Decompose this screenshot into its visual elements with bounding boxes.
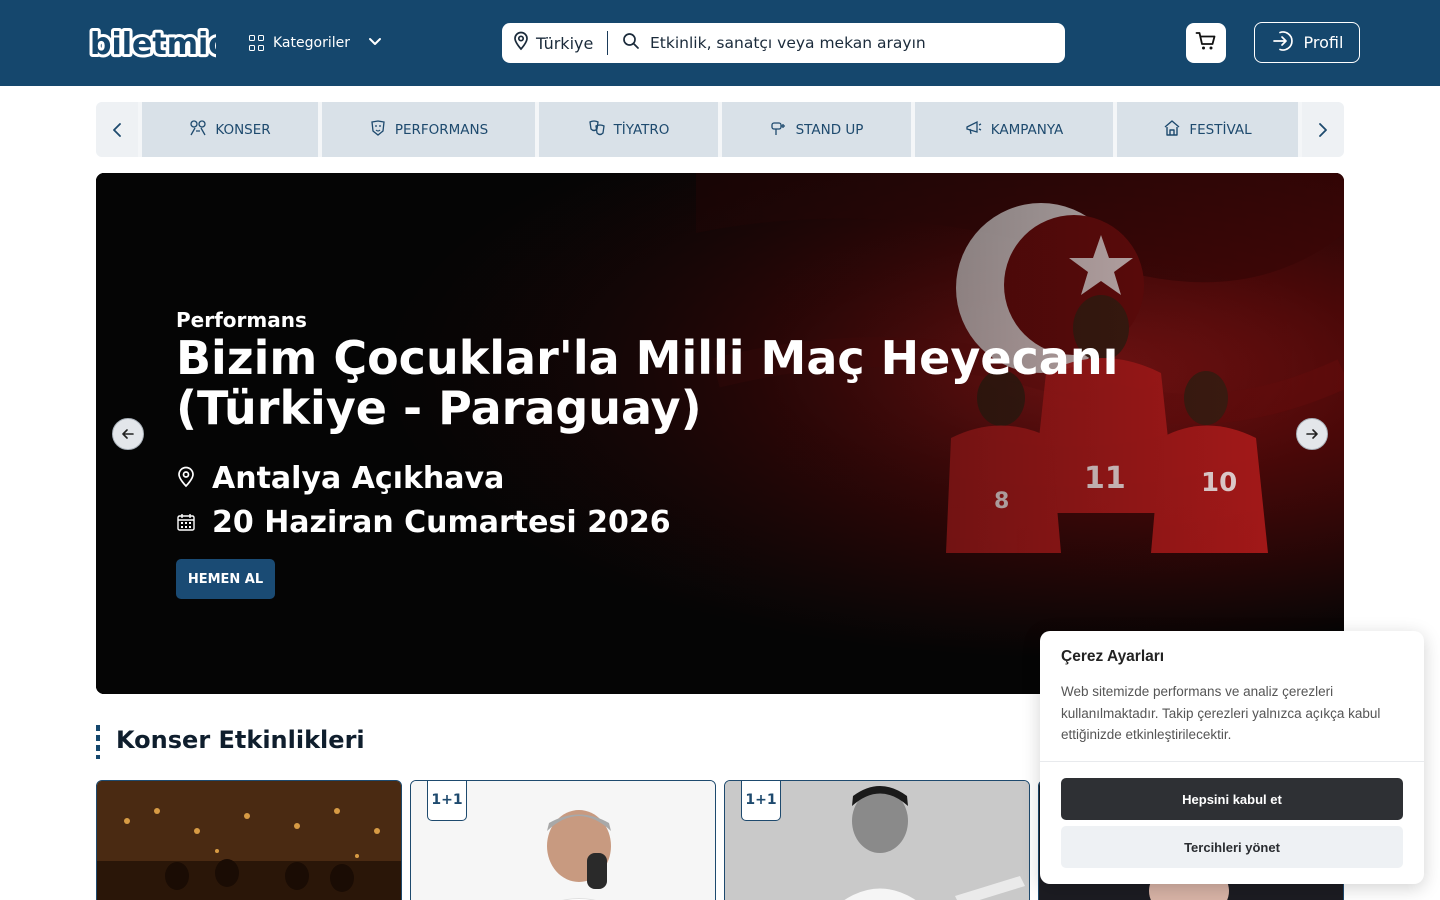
tab-label: KAMPANYA bbox=[990, 121, 1064, 138]
chevron-down-icon bbox=[368, 35, 382, 51]
calendar-icon bbox=[176, 505, 196, 540]
biletmio-logo[interactable]: biletmio biletmio bbox=[88, 26, 216, 62]
search-bar: Türkiye bbox=[502, 23, 1065, 63]
arrow-left-icon bbox=[122, 429, 134, 439]
hero-date-label: 20 Haziran Cumartesi 2026 bbox=[212, 505, 671, 540]
concert-icon bbox=[189, 119, 207, 141]
promo-badge: 1+1 bbox=[427, 781, 467, 821]
categories-dropdown[interactable]: Kategoriler bbox=[249, 30, 382, 56]
manage-preferences-button[interactable]: Tercihleri yönet bbox=[1061, 826, 1403, 868]
strip-prev-button[interactable] bbox=[96, 102, 138, 157]
hero-banner[interactable]: 11 10 8 Performans Bizim Çocuklar'la Mil… bbox=[96, 173, 1344, 694]
section-title: Konser Etkinlikleri bbox=[116, 726, 365, 754]
buy-now-button[interactable]: HEMEN AL bbox=[176, 559, 275, 599]
tab-kampanya[interactable]: KAMPANYA bbox=[915, 102, 1113, 157]
category-strip: KONSER PERFORMANS TİYATRO STAND UP KAMPA… bbox=[96, 102, 1344, 157]
hero-prev-button[interactable] bbox=[112, 418, 144, 450]
profile-button[interactable]: Profil bbox=[1254, 22, 1360, 63]
svg-text:biletmio: biletmio bbox=[90, 27, 216, 62]
tab-label: KONSER bbox=[215, 121, 271, 138]
megaphone-icon bbox=[965, 119, 983, 141]
search-icon bbox=[622, 32, 640, 54]
hero-venue: Antalya Açıkhava bbox=[176, 461, 504, 496]
tab-konser[interactable]: KONSER bbox=[142, 102, 318, 157]
tab-label: PERFORMANS bbox=[394, 121, 489, 138]
tab-label: STAND UP bbox=[795, 121, 864, 138]
search-field-wrap bbox=[608, 32, 1065, 54]
event-card[interactable] bbox=[96, 780, 402, 900]
chevron-right-icon bbox=[1319, 122, 1327, 137]
section-accent-bar bbox=[96, 725, 100, 759]
event-card[interactable]: 1+1 bbox=[724, 780, 1030, 900]
cookie-divider bbox=[1040, 761, 1424, 762]
accept-all-button[interactable]: Hepsini kabul et bbox=[1061, 778, 1403, 820]
site-header: biletmio biletmio Kategoriler Türkiye Et… bbox=[0, 0, 1440, 86]
stand-up-icon bbox=[770, 119, 788, 141]
hero-category: Performans bbox=[176, 308, 307, 332]
tab-label: FESTİVAL bbox=[1189, 121, 1252, 138]
theatre-masks-icon bbox=[588, 119, 606, 141]
strip-next-button[interactable] bbox=[1302, 102, 1344, 157]
festival-icon bbox=[1163, 119, 1181, 141]
hero-date: 20 Haziran Cumartesi 2026 bbox=[176, 505, 671, 540]
tab-label: TİYATRO bbox=[613, 121, 670, 138]
tab-tiyatro[interactable]: TİYATRO bbox=[539, 102, 718, 157]
tab-stand-up[interactable]: STAND UP bbox=[722, 102, 911, 157]
cookie-text: Web sitemizde performans ve analiz çerez… bbox=[1061, 684, 1381, 742]
tab-performans[interactable]: PERFORMANS bbox=[322, 102, 535, 157]
login-icon bbox=[1271, 29, 1295, 57]
hero-venue-label: Antalya Açıkhava bbox=[212, 461, 505, 496]
chevron-left-icon bbox=[113, 122, 121, 137]
location-label: Türkiye bbox=[536, 33, 594, 53]
hero-title: Bizim Çocuklar'la Milli Maç Heyecanı (Tü… bbox=[176, 331, 1119, 435]
performance-icon bbox=[369, 119, 387, 141]
map-pin-icon bbox=[176, 461, 196, 496]
event-card[interactable]: 1+1 bbox=[410, 780, 716, 900]
categories-label: Kategoriler bbox=[273, 35, 350, 51]
hero-next-button[interactable] bbox=[1296, 418, 1328, 450]
cart-icon bbox=[1195, 31, 1217, 55]
search-input[interactable] bbox=[650, 34, 1030, 52]
tab-festival[interactable]: FESTİVAL bbox=[1117, 102, 1298, 157]
cookie-consent-dialog: Çerez Ayarları Web sitemizde performans … bbox=[1040, 631, 1424, 884]
profile-label: Profil bbox=[1303, 33, 1344, 52]
location-selector[interactable]: Türkiye bbox=[502, 31, 608, 55]
cart-button[interactable] bbox=[1186, 23, 1226, 63]
grid-icon bbox=[249, 35, 265, 51]
map-pin-icon bbox=[512, 31, 530, 55]
event-card-image bbox=[97, 781, 401, 900]
promo-badge: 1+1 bbox=[741, 781, 781, 821]
cookie-title: Çerez Ayarları bbox=[1061, 648, 1165, 665]
arrow-right-icon bbox=[1306, 429, 1318, 439]
